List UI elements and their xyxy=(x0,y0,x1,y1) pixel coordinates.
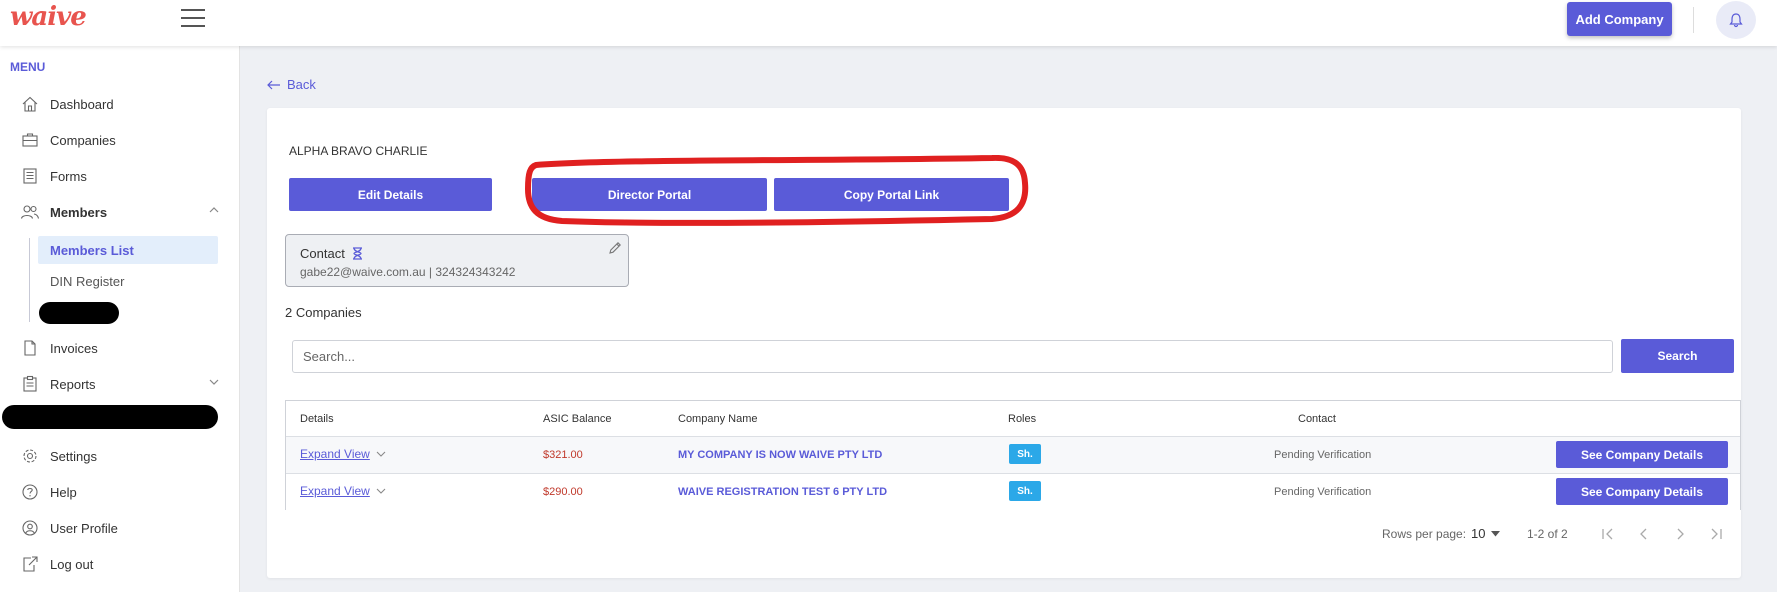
back-label: Back xyxy=(287,77,316,92)
copy-portal-link-button[interactable]: Copy Portal Link xyxy=(774,178,1009,211)
rows-per-page-label: Rows per page: xyxy=(1382,527,1467,541)
sidebar-item-label: Log out xyxy=(50,556,94,572)
sidebar-item-members-list[interactable]: Members List xyxy=(38,236,218,264)
sidebar-item-companies[interactable]: Companies xyxy=(20,127,220,153)
sidebar-item-label: Settings xyxy=(50,448,97,464)
back-link[interactable]: Back xyxy=(267,77,316,92)
sidebar-item-label: Reports xyxy=(50,376,96,392)
table-row: Expand View $290.00 WAIVE REGISTRATION T… xyxy=(286,473,1740,510)
briefcase-icon xyxy=(20,130,40,150)
pagination-range: 1-2 of 2 xyxy=(1527,527,1568,541)
column-header-company-name: Company Name xyxy=(678,413,758,425)
clipboard-icon xyxy=(20,374,40,394)
asic-balance: $290.00 xyxy=(543,486,583,498)
sidebar-item-label: Dashboard xyxy=(50,96,114,112)
chevron-down-icon xyxy=(376,488,386,494)
chevron-down-icon xyxy=(376,451,386,457)
last-page-icon[interactable] xyxy=(1706,524,1726,544)
add-company-button[interactable]: Add Company xyxy=(1567,2,1672,36)
sidebar-item-members[interactable]: Members xyxy=(20,199,220,225)
sidebar-item-label: Help xyxy=(50,484,77,500)
top-bar: waive Add Company xyxy=(0,0,1777,46)
column-header-contact: Contact xyxy=(1298,413,1336,425)
expand-view-label: Expand View xyxy=(300,484,370,498)
rows-per-page-value: 10 xyxy=(1471,526,1486,541)
first-page-icon[interactable] xyxy=(1598,524,1618,544)
column-header-asic-balance: ASIC Balance xyxy=(543,413,612,425)
chevron-down-icon[interactable] xyxy=(208,376,220,391)
invoice-icon xyxy=(20,338,40,358)
home-icon xyxy=(20,94,40,114)
redacted-item xyxy=(39,302,119,324)
sidebar-item-reports[interactable]: Reports xyxy=(20,371,220,397)
expand-view-label: Expand View xyxy=(300,447,370,461)
user-icon xyxy=(20,518,40,538)
next-page-icon[interactable] xyxy=(1670,524,1690,544)
contact-label-row: Contact xyxy=(300,246,363,261)
previous-page-icon[interactable] xyxy=(1634,524,1654,544)
sidebar-item-help[interactable]: Help xyxy=(20,479,220,505)
contact-status: Pending Verification xyxy=(1274,449,1372,461)
see-company-details-button[interactable]: See Company Details xyxy=(1556,441,1728,468)
sidebar-item-label: Invoices xyxy=(50,340,98,356)
asic-balance: $321.00 xyxy=(543,449,583,461)
logout-icon xyxy=(20,554,40,574)
expand-view-link[interactable]: Expand View xyxy=(300,447,386,461)
companies-table: Details ASIC Balance Company Name Roles … xyxy=(285,400,1741,510)
column-header-details: Details xyxy=(300,413,334,425)
sidebar-item-forms[interactable]: Forms xyxy=(20,163,220,189)
users-icon xyxy=(20,202,40,222)
expand-view-link[interactable]: Expand View xyxy=(300,484,386,498)
role-badge[interactable]: Sh. xyxy=(1009,444,1041,464)
sidebar-item-label: Forms xyxy=(50,168,87,184)
company-name-link[interactable]: MY COMPANY IS NOW WAIVE PTY LTD xyxy=(678,449,882,461)
search-input[interactable] xyxy=(292,340,1613,373)
see-company-details-button[interactable]: See Company Details xyxy=(1556,478,1728,505)
companies-count: 2 Companies xyxy=(285,305,362,320)
header-divider xyxy=(1693,7,1694,33)
gear-icon xyxy=(20,446,40,466)
role-badge[interactable]: Sh. xyxy=(1009,481,1041,501)
hamburger-menu-icon[interactable] xyxy=(181,9,205,27)
sidebar-item-invoices[interactable]: Invoices xyxy=(20,335,220,361)
arrow-left-icon xyxy=(267,80,280,89)
caret-down-icon xyxy=(1491,530,1501,536)
sidebar-item-user-profile[interactable]: User Profile xyxy=(20,515,220,541)
rows-per-page-select[interactable]: 10 xyxy=(1471,526,1501,541)
help-icon xyxy=(20,482,40,502)
hourglass-icon xyxy=(352,247,363,260)
sidebar-item-label: Companies xyxy=(50,132,116,148)
sidebar-item-label: User Profile xyxy=(50,520,118,536)
sidebar-item-din-register[interactable]: DIN Register xyxy=(38,267,218,295)
director-portal-button[interactable]: Director Portal xyxy=(532,178,767,211)
edit-details-button[interactable]: Edit Details xyxy=(289,178,492,211)
search-button[interactable]: Search xyxy=(1621,339,1734,373)
company-name-link[interactable]: WAIVE REGISTRATION TEST 6 PTY LTD xyxy=(678,486,887,498)
sidebar: MENU Dashboard Companies Forms Members M… xyxy=(0,46,240,592)
sidebar-item-settings[interactable]: Settings xyxy=(20,443,220,469)
menu-title: MENU xyxy=(10,60,46,74)
sidebar-item-log-out[interactable]: Log out xyxy=(20,551,220,577)
contact-value: gabe22@waive.com.au | 324324343242 xyxy=(300,265,516,279)
forms-icon xyxy=(20,166,40,186)
sidebar-item-label: Members xyxy=(50,204,108,220)
sidebar-item-dashboard[interactable]: Dashboard xyxy=(20,91,220,117)
subnav-line xyxy=(29,238,30,322)
notifications-bell-icon[interactable] xyxy=(1716,1,1756,39)
chevron-up-icon[interactable] xyxy=(208,204,220,219)
contact-box: Contact gabe22@waive.com.au | 3243243432… xyxy=(285,234,629,287)
table-row: Expand View $321.00 MY COMPANY IS NOW WA… xyxy=(286,436,1740,473)
redacted-item xyxy=(2,405,218,429)
contact-status: Pending Verification xyxy=(1274,486,1372,498)
column-header-roles: Roles xyxy=(1008,413,1037,425)
waive-logo[interactable]: waive xyxy=(10,2,87,32)
edit-pencil-icon[interactable] xyxy=(608,241,622,258)
contact-label: Contact xyxy=(300,246,345,261)
member-name: ALPHA BRAVO CHARLIE xyxy=(289,144,428,158)
